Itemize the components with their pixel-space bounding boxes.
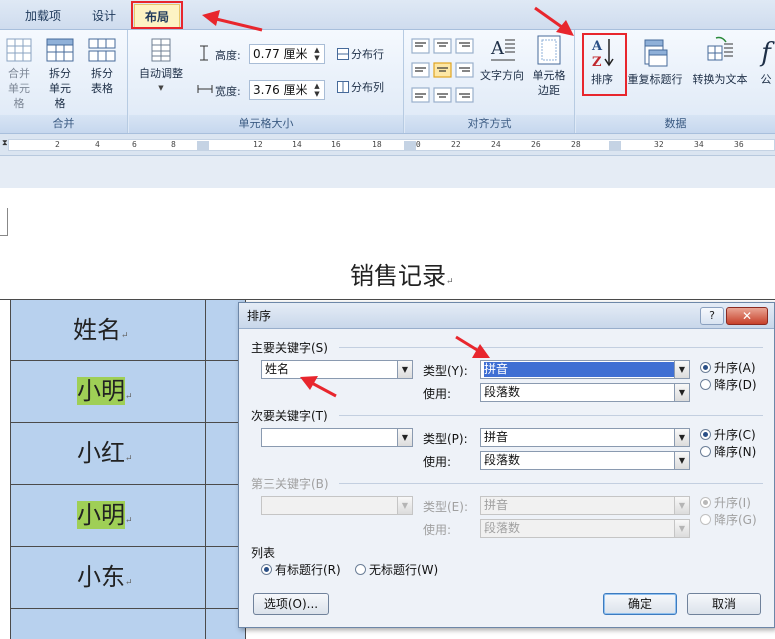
arrow-head — [202, 10, 220, 26]
arrow-head — [300, 376, 318, 390]
arrow-head — [472, 344, 490, 358]
annotation-arrows-layer — [202, 6, 574, 398]
arrow-head — [556, 20, 574, 36]
arrow-to-primary-key — [309, 380, 337, 398]
arrow-to-layout-tab — [211, 16, 263, 32]
